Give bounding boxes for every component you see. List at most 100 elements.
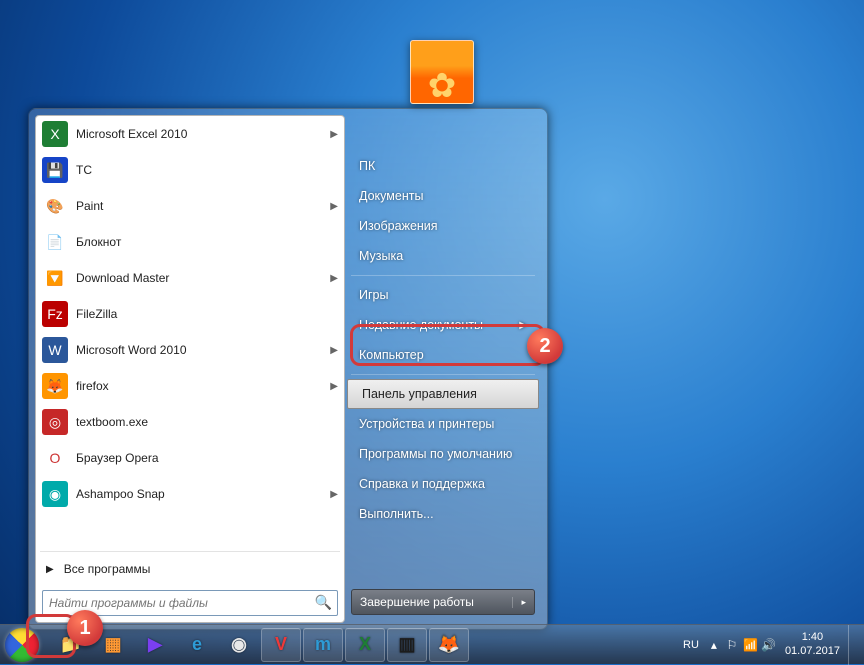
program-item[interactable]: FzFileZilla <box>36 296 344 332</box>
taskbar-app-excel[interactable]: X <box>345 628 385 662</box>
all-programs-label: Все программы <box>64 562 151 576</box>
app-icon: X <box>42 121 68 147</box>
app-icon: 🔽 <box>42 265 68 291</box>
program-item[interactable]: ◎textboom.exe <box>36 404 344 440</box>
excel-icon: X <box>359 634 371 655</box>
user-name-label: ПК <box>359 159 375 173</box>
program-item[interactable]: ◉Ashampoo Snap▶ <box>36 476 344 512</box>
right-pane-label: Музыка <box>359 249 403 263</box>
chevron-right-icon: ▶ <box>330 489 338 500</box>
all-programs-button[interactable]: ▶ Все программы <box>36 554 344 584</box>
chevron-right-icon: ▶ <box>519 320 527 331</box>
chrome-icon: ◉ <box>231 634 247 655</box>
taskbar-app-chrome[interactable]: ◉ <box>219 628 259 662</box>
taskbar-app-firefox[interactable]: 🦊 <box>429 628 469 662</box>
right-pane-item[interactable]: Программы по умолчанию <box>345 439 541 469</box>
taskbar-app-terminal[interactable]: ▥ <box>387 628 427 662</box>
taskbar: 📁▦▶e◉VmX▥🦊 RU ▴ ⚐ 📶 🔊 1:40 01.07.2017 <box>0 624 864 664</box>
annotation-badge-1: 1 <box>67 610 103 646</box>
show-desktop-button[interactable] <box>848 625 860 665</box>
user-picture[interactable] <box>410 40 474 104</box>
separator <box>351 275 535 276</box>
right-pane-label: Изображения <box>359 219 438 233</box>
right-pane-item[interactable]: Справка и поддержка <box>345 469 541 499</box>
right-pane-label: Выполнить... <box>359 507 434 521</box>
triangle-right-icon: ▶ <box>46 564 54 575</box>
wmplayer-icon: ▦ <box>104 634 121 655</box>
taskbar-app-maxthon[interactable]: m <box>303 628 343 662</box>
app-icon: O <box>42 445 68 471</box>
taskbar-app-vivaldi[interactable]: V <box>261 628 301 662</box>
volume-icon[interactable]: 🔊 <box>759 638 777 652</box>
chevron-right-icon: ▶ <box>330 273 338 284</box>
right-pane-item[interactable]: Недавние документы ▶ <box>345 310 541 340</box>
ie-icon: e <box>192 634 202 655</box>
vivaldi-icon: V <box>275 634 287 655</box>
user-folder-link[interactable]: ПК <box>345 151 541 181</box>
start-menu-left-pane: X Microsoft Excel 2010 ▶ 💾TC🎨Paint▶📄Блокнот… <box>35 115 345 623</box>
app-icon: ◉ <box>42 481 68 507</box>
program-item[interactable]: X Microsoft Excel 2010 ▶ <box>36 116 344 152</box>
right-pane-label: Справка и поддержка <box>359 477 485 491</box>
chevron-right-icon: ▶ <box>330 345 338 356</box>
right-pane-item[interactable]: Компьютер <box>345 340 541 370</box>
program-label: Microsoft Word 2010 <box>76 343 187 357</box>
right-pane-label: Устройства и принтеры <box>359 417 494 431</box>
start-menu-right-pane: ПК Документы Изображения Музыка Игры Недавн… <box>345 115 541 623</box>
program-item[interactable]: 📄Блокнот <box>36 224 344 260</box>
app-icon: 🦊 <box>42 373 68 399</box>
shutdown-options-arrow[interactable]: ▸ <box>512 597 526 608</box>
flag-icon[interactable]: ⚐ <box>723 638 741 652</box>
right-pane-item[interactable]: Выполнить... <box>345 499 541 529</box>
separator <box>40 551 340 552</box>
taskbar-app-media[interactable]: ▶ <box>135 628 175 662</box>
right-pane-item[interactable]: Изображения <box>345 211 541 241</box>
program-item[interactable]: 🎨Paint▶ <box>36 188 344 224</box>
start-button[interactable] <box>0 625 44 665</box>
separator <box>351 374 535 375</box>
program-item[interactable]: 🦊firefox▶ <box>36 368 344 404</box>
shutdown-label: Завершение работы <box>360 595 474 609</box>
program-label: FileZilla <box>76 307 117 321</box>
recent-programs-list: X Microsoft Excel 2010 ▶ 💾TC🎨Paint▶📄Блокнот… <box>36 116 344 549</box>
chevron-right-icon: ▶ <box>330 129 338 140</box>
app-icon: 📄 <box>42 229 68 255</box>
search-icon[interactable]: 🔍 <box>315 594 332 611</box>
maxthon-icon: m <box>315 634 331 655</box>
taskbar-app-ie[interactable]: e <box>177 628 217 662</box>
right-pane-label: Игры <box>359 288 388 302</box>
right-pane-item[interactable]: Документы <box>345 181 541 211</box>
program-item[interactable]: 💾TC <box>36 152 344 188</box>
right-pane-label: Документы <box>359 189 423 203</box>
app-icon: W <box>42 337 68 363</box>
program-item[interactable]: 🔽Download Master▶ <box>36 260 344 296</box>
right-pane-label: Программы по умолчанию <box>359 447 512 461</box>
right-pane-label: Компьютер <box>359 348 424 362</box>
app-icon: 🎨 <box>42 193 68 219</box>
windows-orb-icon <box>5 628 39 662</box>
network-icon[interactable]: 📶 <box>741 638 759 652</box>
right-pane-item[interactable]: Устройства и принтеры <box>345 409 541 439</box>
right-pane-label: Панель управления <box>362 387 477 401</box>
program-item[interactable]: W Microsoft Word 2010 ▶ <box>36 332 344 368</box>
program-item[interactable]: O Браузер Opera <box>36 440 344 476</box>
program-label: Браузер Opera <box>76 451 159 465</box>
right-pane-item[interactable]: Музыка <box>345 241 541 271</box>
chevron-right-icon: ▶ <box>330 201 338 212</box>
media-icon: ▶ <box>148 634 162 655</box>
right-pane-item[interactable]: Панель управления <box>347 379 539 409</box>
right-pane-item[interactable]: Игры <box>345 280 541 310</box>
app-icon: ◎ <box>42 409 68 435</box>
system-tray: RU ▴ ⚐ 📶 🔊 1:40 01.07.2017 <box>677 625 864 664</box>
clock-date: 01.07.2017 <box>785 645 840 659</box>
app-icon: 💾 <box>42 157 68 183</box>
program-label: Microsoft Excel 2010 <box>76 127 187 141</box>
right-pane-label: Недавние документы <box>359 318 483 332</box>
chevron-right-icon: ▶ <box>330 381 338 392</box>
tray-arrow-icon[interactable]: ▴ <box>705 638 723 652</box>
clock[interactable]: 1:40 01.07.2017 <box>777 631 848 659</box>
terminal-icon: ▥ <box>398 634 415 655</box>
language-indicator[interactable]: RU <box>677 639 705 651</box>
clock-time: 1:40 <box>785 631 840 645</box>
shutdown-button[interactable]: Завершение работы ▸ <box>351 589 535 615</box>
